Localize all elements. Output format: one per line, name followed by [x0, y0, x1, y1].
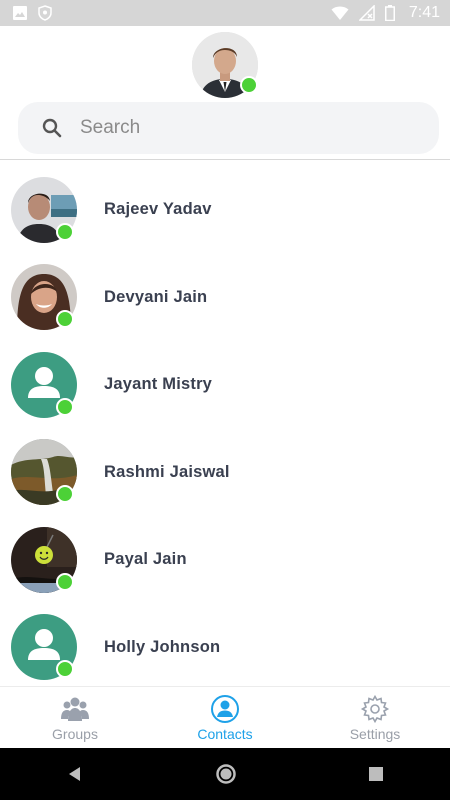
contact-avatar: [11, 351, 77, 418]
contact-name: Devyani Jain: [104, 287, 208, 306]
contact-name: Jayant Mistry: [104, 375, 213, 394]
back-icon[interactable]: [65, 764, 85, 784]
contact-name: Rajeev Yadav: [104, 200, 212, 219]
shield-icon: [38, 5, 52, 21]
divider: [0, 159, 450, 160]
tab-contacts[interactable]: Contacts: [150, 694, 300, 742]
contact-item[interactable]: Payal Jain: [0, 516, 450, 604]
contact-name: Holly Johnson: [104, 637, 221, 656]
status-time: 7:41: [408, 4, 440, 21]
system-nav-bar: [0, 748, 450, 800]
recents-icon[interactable]: [367, 765, 385, 783]
signal-icon: [358, 5, 375, 21]
contact-item[interactable]: Devyani Jain: [0, 254, 450, 342]
contact-item[interactable]: Jayant Mistry: [0, 341, 450, 429]
contact-avatar: [11, 176, 77, 243]
wifi-icon: [331, 6, 349, 20]
search-input[interactable]: [78, 116, 402, 140]
search-bar[interactable]: [18, 102, 439, 154]
tab-label: Settings: [349, 726, 401, 742]
search-icon: [42, 118, 62, 138]
contact-name: Rashmi Jaiswal: [104, 462, 230, 481]
contact-icon: [211, 695, 239, 723]
contact-avatar: [11, 614, 77, 681]
gear-icon: [360, 694, 390, 724]
contact-item[interactable]: Rashmi Jaiswal: [0, 429, 450, 517]
contact-avatar: [11, 439, 77, 506]
image-icon: [13, 6, 27, 20]
tab-settings[interactable]: Settings: [300, 694, 450, 742]
online-status-dot: [56, 222, 74, 241]
groups-icon: [61, 697, 89, 721]
tab-label: Contacts: [197, 726, 253, 742]
tab-groups[interactable]: Groups: [0, 694, 150, 742]
status-bar: 7:41: [0, 0, 450, 26]
contact-avatar: [11, 526, 77, 593]
online-status-dot: [56, 397, 74, 416]
bottom-nav: Groups Contacts Settings: [0, 686, 450, 749]
profile-avatar[interactable]: [192, 32, 258, 98]
home-icon[interactable]: [215, 763, 237, 785]
contact-item[interactable]: Rajeev Yadav: [0, 166, 450, 254]
contact-avatar: [11, 264, 77, 331]
contact-name: Payal Jain: [104, 550, 187, 569]
online-status-dot: [56, 572, 74, 591]
contact-list: Rajeev Yadav Devyani Jain Jayant Mistry …: [0, 166, 450, 691]
battery-icon: [384, 5, 395, 21]
contact-item[interactable]: Holly Johnson: [0, 604, 450, 692]
tab-label: Groups: [52, 726, 98, 742]
online-status-dot: [240, 76, 258, 94]
